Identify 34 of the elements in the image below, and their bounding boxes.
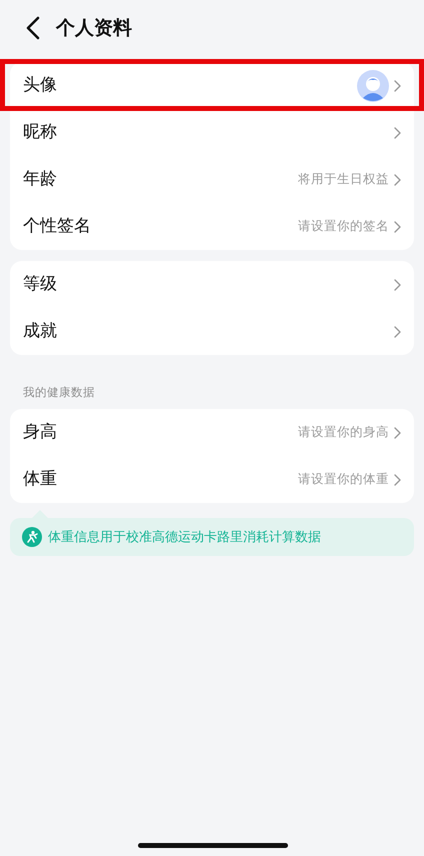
runner-icon bbox=[22, 527, 42, 548]
row-label: 年龄 bbox=[23, 168, 57, 191]
chevron-icon bbox=[393, 78, 402, 92]
row-value: 请设置你的身高 bbox=[298, 423, 389, 442]
settings-row[interactable]: 头像 bbox=[10, 62, 414, 109]
row-value: 请设置你的体重 bbox=[298, 470, 389, 488]
settings-row[interactable]: 年龄 将用于生日权益 bbox=[10, 156, 414, 203]
chevron-icon bbox=[393, 324, 402, 338]
chevron-icon bbox=[393, 278, 402, 292]
chevron-icon bbox=[393, 220, 402, 234]
back-button[interactable] bbox=[24, 15, 42, 41]
chevron-icon bbox=[393, 472, 402, 487]
settings-row[interactable]: 昵称 bbox=[10, 109, 414, 156]
row-label: 个性签名 bbox=[23, 214, 91, 238]
settings-row[interactable]: 体重 请设置你的体重 bbox=[10, 456, 414, 504]
info-text: 体重信息用于校准高德运动卡路里消耗计算数据 bbox=[48, 528, 321, 546]
row-value: 请设置你的签名 bbox=[298, 217, 389, 236]
row-label: 体重 bbox=[23, 468, 57, 491]
chevron-icon bbox=[393, 126, 402, 140]
settings-row[interactable]: 成就 bbox=[10, 308, 414, 355]
chevron-icon bbox=[393, 426, 402, 440]
row-label: 身高 bbox=[23, 421, 57, 444]
settings-row[interactable]: 等级 bbox=[10, 261, 414, 308]
settings-row[interactable]: 身高 请设置你的身高 bbox=[10, 409, 414, 456]
row-label: 成就 bbox=[23, 320, 57, 343]
row-value: 将用于生日权益 bbox=[298, 170, 389, 188]
page-title: 个人资料 bbox=[56, 16, 132, 41]
row-label: 等级 bbox=[23, 272, 57, 296]
settings-row[interactable]: 个性签名 请设置你的签名 bbox=[10, 203, 414, 250]
avatar-icon bbox=[357, 70, 389, 102]
row-label: 昵称 bbox=[23, 120, 57, 144]
row-label: 头像 bbox=[23, 74, 57, 97]
section-label: 我的健康数据 bbox=[22, 384, 96, 401]
chevron-icon bbox=[393, 172, 402, 186]
